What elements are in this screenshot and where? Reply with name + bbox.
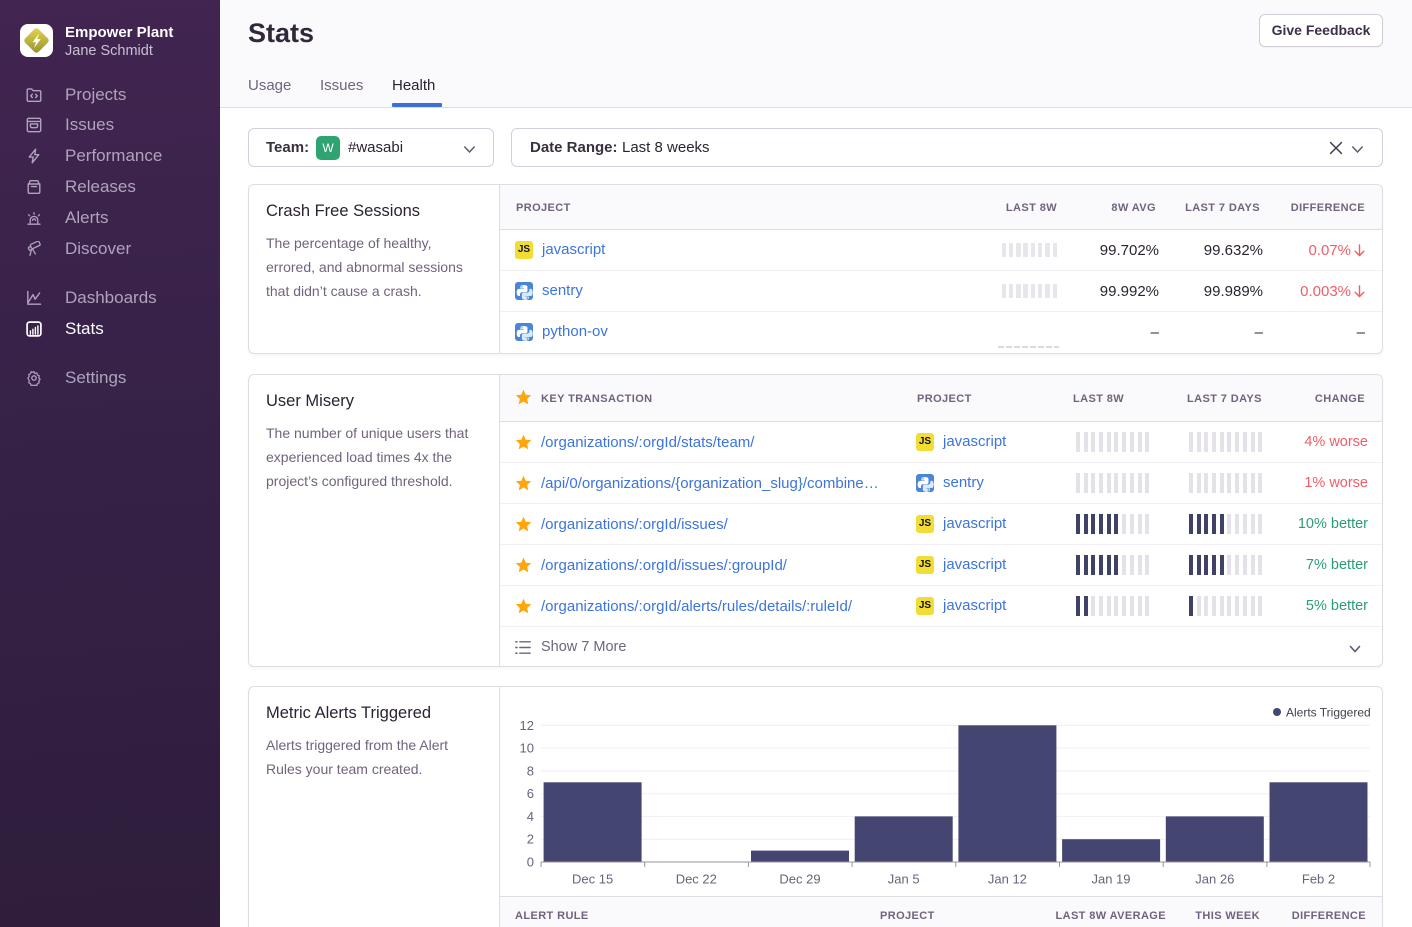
- svg-text:10: 10: [520, 741, 534, 756]
- svg-text:Jan 19: Jan 19: [1091, 872, 1130, 887]
- svg-text:Dec 22: Dec 22: [676, 872, 717, 887]
- svg-text:Dec 29: Dec 29: [779, 872, 820, 887]
- svg-text:6: 6: [527, 786, 534, 801]
- svg-text:Feb 2: Feb 2: [1302, 872, 1335, 887]
- svg-text:Dec 15: Dec 15: [572, 872, 613, 887]
- svg-text:Jan 26: Jan 26: [1195, 872, 1234, 887]
- svg-text:0: 0: [527, 855, 534, 870]
- svg-text:Jan 5: Jan 5: [888, 872, 920, 887]
- svg-text:8: 8: [527, 763, 534, 778]
- svg-text:Jan 12: Jan 12: [988, 872, 1027, 887]
- svg-text:2: 2: [527, 832, 534, 847]
- svg-text:Alerts Triggered: Alerts Triggered: [1286, 706, 1371, 720]
- svg-text:4: 4: [527, 809, 534, 824]
- svg-text:12: 12: [520, 718, 534, 733]
